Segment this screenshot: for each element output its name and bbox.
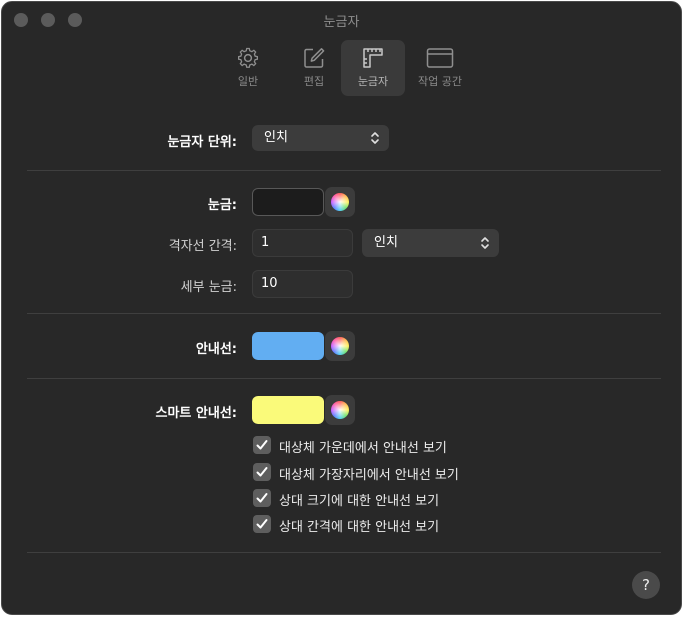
window-icon [426,48,454,68]
tab-general-label: 일반 [237,75,259,88]
chevron-up-down-icon [371,132,379,144]
title-bar: 눈금자 [2,2,681,40]
checkmark-icon [256,440,268,450]
divider [27,552,661,553]
chevron-up-down-icon [481,237,489,249]
divider [27,378,661,379]
checkmark-icon [256,519,268,529]
gear-icon [238,47,258,68]
edit-icon [304,48,325,68]
color-wheel-icon [331,401,349,419]
smart-guides-color-label: 스마트 안내선: [155,406,238,421]
checkbox-label: 상대 크기에 대한 안내선 보기 [279,494,440,509]
checkbox-box[interactable] [253,463,271,481]
ruler-units-label: 눈금자 단위: [167,135,237,150]
divider [27,170,661,171]
guides-color-picker-button[interactable] [325,331,355,361]
grid-spacing-label: 격자선 간격: [168,239,237,254]
checkbox-box[interactable] [253,515,271,533]
checkbox-box[interactable] [253,489,271,507]
color-wheel-icon [331,337,349,355]
preferences-window: 눈금자 일반 편집 눈금자 작업 공간 눈금자 단위: 인치 눈금: 격자선 간… [1,1,682,615]
checkbox-label: 대상체 가장자리에서 안내선 보기 [279,468,459,483]
checkbox-label: 대상체 가운데에서 안내선 보기 [279,441,447,456]
smart-guides-color-swatch[interactable] [252,396,324,424]
checkbox-label: 상대 간격에 대한 안내선 보기 [279,520,440,535]
grid-spacing-unit-value: 인치 [374,235,398,250]
checkmark-icon [256,493,268,503]
tab-edit-label: 편집 [303,75,325,88]
tab-workspace-label: 작업 공간 [418,75,462,88]
smart-guides-color-picker-button[interactable] [325,395,355,425]
grid-spacing-unit-popup[interactable]: 인치 [362,229,499,257]
ruler-icon [363,48,383,68]
help-button[interactable]: ? [632,571,660,599]
tab-general[interactable]: 일반 [216,40,280,96]
toolbar-tabs: 일반 편집 눈금자 작업 공간 [2,38,681,98]
tab-rulers[interactable]: 눈금자 [341,40,405,96]
ruler-units-popup[interactable]: 인치 [252,125,389,151]
subdivisions-label: 세부 눈금: [180,280,237,295]
ruler-units-value: 인치 [264,130,288,145]
guides-color-label: 안내선: [195,342,237,357]
grid-color-label: 눈금: [207,198,237,213]
guides-color-swatch[interactable] [252,332,324,360]
tab-rulers-label: 눈금자 [357,75,389,88]
grid-color-swatch[interactable] [252,188,324,216]
grid-spacing-field[interactable]: 1 [252,229,353,257]
tab-edit[interactable]: 편집 [282,40,346,96]
subdivisions-field[interactable]: 10 [252,270,353,298]
checkbox-box[interactable] [253,436,271,454]
grid-color-picker-button[interactable] [325,187,355,217]
divider [27,313,661,314]
checkmark-icon [256,467,268,477]
tab-workspace[interactable]: 작업 공간 [408,40,472,96]
window-title: 눈금자 [323,15,360,30]
color-wheel-icon [331,193,349,211]
